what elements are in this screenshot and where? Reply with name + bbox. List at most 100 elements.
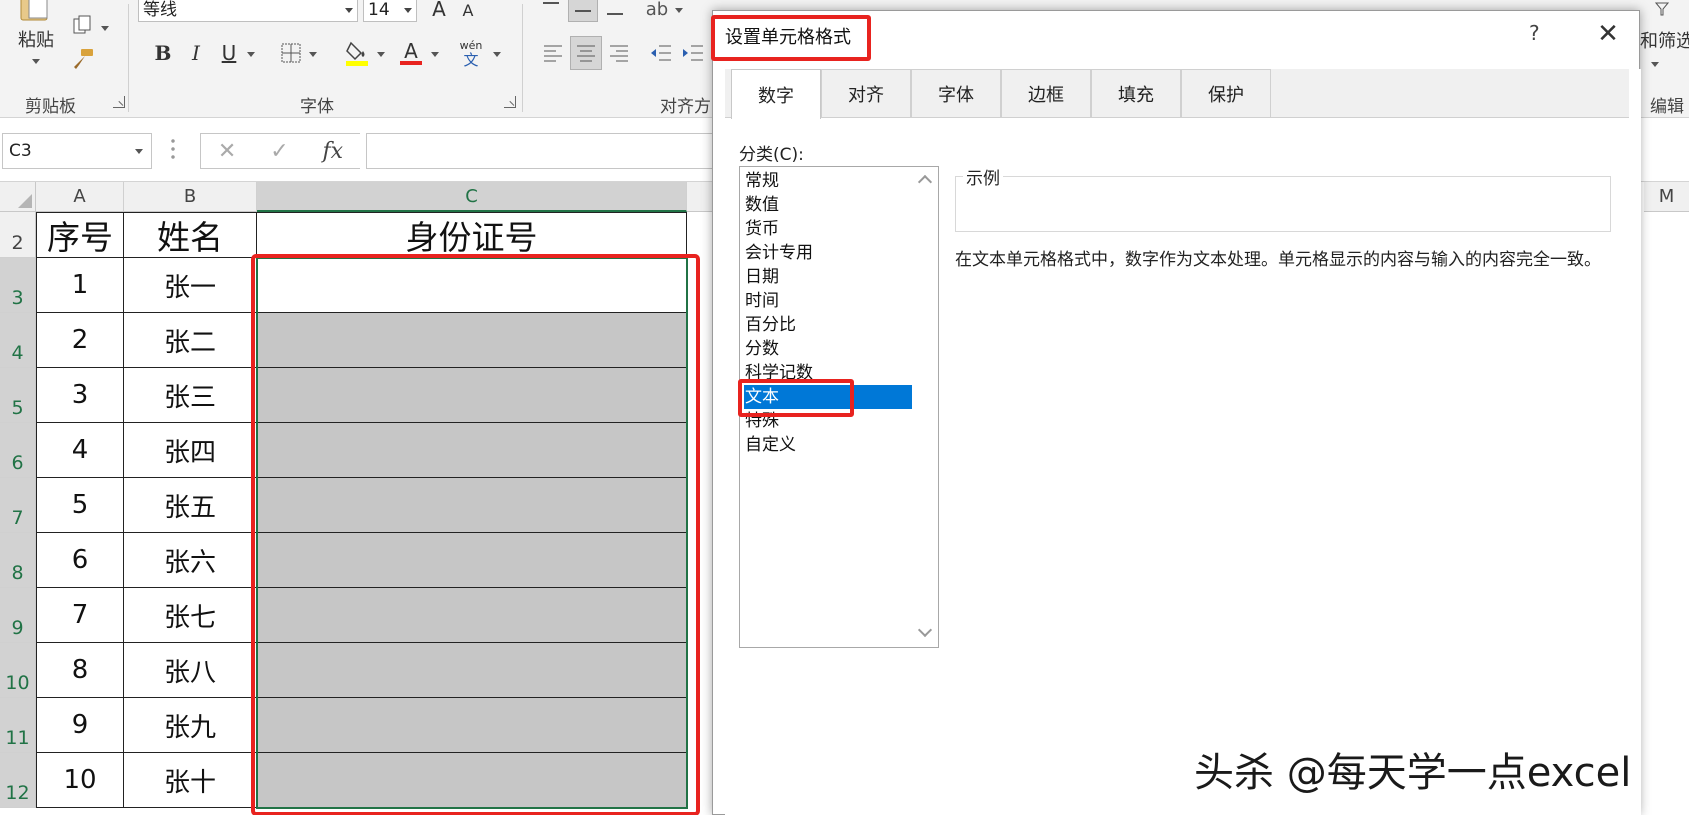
sort-filter-icon[interactable] xyxy=(1654,0,1670,18)
orientation-icon[interactable]: ab xyxy=(644,0,670,20)
cell-name[interactable]: 张一 xyxy=(124,258,257,313)
row-header[interactable]: 5 xyxy=(0,368,36,423)
insert-function-icon[interactable]: fx xyxy=(322,139,343,164)
header-cell-id-number[interactable]: 身份证号 xyxy=(257,213,687,258)
row-header[interactable]: 7 xyxy=(0,478,36,533)
align-right-icon[interactable] xyxy=(606,40,632,66)
formula-bar-grip-icon[interactable] xyxy=(171,137,175,163)
align-bottom-icon[interactable] xyxy=(602,0,628,20)
italic-button[interactable]: I xyxy=(185,40,207,66)
fill-color-icon[interactable] xyxy=(344,38,370,68)
category-item[interactable]: 数值 xyxy=(744,193,914,217)
category-scrollbar[interactable] xyxy=(912,167,938,647)
header-cell-index[interactable]: 序号 xyxy=(37,213,124,258)
fill-color-dropdown-icon[interactable] xyxy=(374,48,388,60)
category-item-selected[interactable]: 文本 xyxy=(744,385,914,409)
cell-name[interactable]: 张四 xyxy=(124,423,257,478)
category-item[interactable]: 货币 xyxy=(744,217,914,241)
cell-index[interactable]: 7 xyxy=(37,588,124,643)
shrink-font-button[interactable]: A xyxy=(456,0,480,20)
row-header[interactable]: 4 xyxy=(0,313,36,368)
row-header[interactable]: 12 xyxy=(0,753,36,808)
font-color-icon[interactable]: A xyxy=(398,38,424,68)
paste-icon[interactable] xyxy=(14,0,54,22)
align-left-icon[interactable] xyxy=(540,40,566,66)
column-header-a[interactable]: A xyxy=(36,182,124,212)
cell-name[interactable]: 张十 xyxy=(124,753,257,808)
category-item[interactable]: 自定义 xyxy=(744,433,914,457)
cell-name[interactable]: 张八 xyxy=(124,643,257,698)
row-header[interactable]: 8 xyxy=(0,533,36,588)
category-item[interactable]: 百分比 xyxy=(744,313,914,337)
cell-index[interactable]: 4 xyxy=(37,423,124,478)
category-item[interactable]: 时间 xyxy=(744,289,914,313)
row-header[interactable]: 6 xyxy=(0,423,36,478)
copy-icon[interactable] xyxy=(68,14,98,38)
tab-number[interactable]: 数字 xyxy=(731,69,821,119)
category-item[interactable]: 会计专用 xyxy=(744,241,914,265)
cell-index[interactable]: 6 xyxy=(37,533,124,588)
cell-name[interactable]: 张二 xyxy=(124,313,257,368)
help-button[interactable]: ? xyxy=(1529,21,1540,45)
align-center-icon[interactable] xyxy=(570,36,602,70)
paste-button[interactable]: 粘贴 xyxy=(14,26,58,52)
confirm-entry-icon[interactable]: ✓ xyxy=(270,139,288,164)
bold-button[interactable]: B xyxy=(152,40,174,66)
font-color-dropdown-icon[interactable] xyxy=(428,48,442,60)
tab-font[interactable]: 字体 xyxy=(911,69,1001,117)
paste-dropdown-icon[interactable] xyxy=(26,54,46,68)
align-middle-icon[interactable] xyxy=(568,0,598,22)
decrease-indent-icon[interactable] xyxy=(648,40,674,66)
column-header-c[interactable]: C xyxy=(257,182,687,212)
formula-input[interactable] xyxy=(366,133,726,169)
category-item[interactable]: 特殊 xyxy=(744,409,914,433)
cell-index[interactable]: 10 xyxy=(37,753,124,808)
tab-protection[interactable]: 保护 xyxy=(1181,69,1271,117)
row-header[interactable]: 11 xyxy=(0,698,36,753)
scroll-up-icon[interactable] xyxy=(917,174,933,190)
row-header[interactable]: 3 xyxy=(0,258,36,313)
font-size-combo[interactable]: 14 xyxy=(363,0,417,22)
increase-indent-icon[interactable] xyxy=(680,40,706,66)
scroll-down-icon[interactable] xyxy=(917,622,933,638)
cell-name[interactable]: 张九 xyxy=(124,698,257,753)
cell-index[interactable]: 5 xyxy=(37,478,124,533)
underline-dropdown-icon[interactable] xyxy=(244,48,258,60)
row-header[interactable]: 9 xyxy=(0,588,36,643)
row-header[interactable]: 2 xyxy=(0,212,36,258)
header-cell-name[interactable]: 姓名 xyxy=(124,213,257,258)
select-all-button[interactable] xyxy=(0,182,36,212)
category-item[interactable]: 常规 xyxy=(744,169,914,193)
borders-dropdown-icon[interactable] xyxy=(306,48,320,60)
cell-index[interactable]: 2 xyxy=(37,313,124,368)
name-box[interactable]: C3 xyxy=(2,133,152,169)
close-icon[interactable]: ✕ xyxy=(1593,19,1623,49)
cell-name[interactable]: 张七 xyxy=(124,588,257,643)
column-header-m[interactable]: M xyxy=(1644,182,1689,212)
cancel-entry-icon[interactable]: ✕ xyxy=(218,139,236,164)
category-item[interactable]: 科学记数 xyxy=(744,361,914,385)
category-item[interactable]: 日期 xyxy=(744,265,914,289)
underline-button[interactable]: U xyxy=(218,40,240,66)
cell-index[interactable]: 3 xyxy=(37,368,124,423)
column-header-b[interactable]: B xyxy=(124,182,257,212)
tab-alignment[interactable]: 对齐 xyxy=(821,69,911,117)
grow-font-button[interactable]: A xyxy=(426,0,452,21)
align-top-icon[interactable] xyxy=(538,0,564,18)
phonetic-guide-icon[interactable]: wén 文 xyxy=(456,38,486,68)
format-painter-icon[interactable] xyxy=(68,46,98,72)
phonetic-dropdown-icon[interactable] xyxy=(490,48,504,60)
cell-name[interactable]: 张五 xyxy=(124,478,257,533)
cell-index[interactable]: 8 xyxy=(37,643,124,698)
cell-name[interactable]: 张六 xyxy=(124,533,257,588)
cell-index[interactable]: 1 xyxy=(37,258,124,313)
category-item[interactable]: 分数 xyxy=(744,337,914,361)
tab-border[interactable]: 边框 xyxy=(1001,69,1091,117)
tab-fill[interactable]: 填充 xyxy=(1091,69,1181,117)
cell-index[interactable]: 9 xyxy=(37,698,124,753)
borders-icon[interactable] xyxy=(278,40,304,66)
orientation-dropdown-icon[interactable] xyxy=(672,4,686,16)
cell-name[interactable]: 张三 xyxy=(124,368,257,423)
clipboard-launcher-icon[interactable] xyxy=(113,96,125,108)
sort-filter-dropdown-icon[interactable] xyxy=(1648,58,1662,70)
